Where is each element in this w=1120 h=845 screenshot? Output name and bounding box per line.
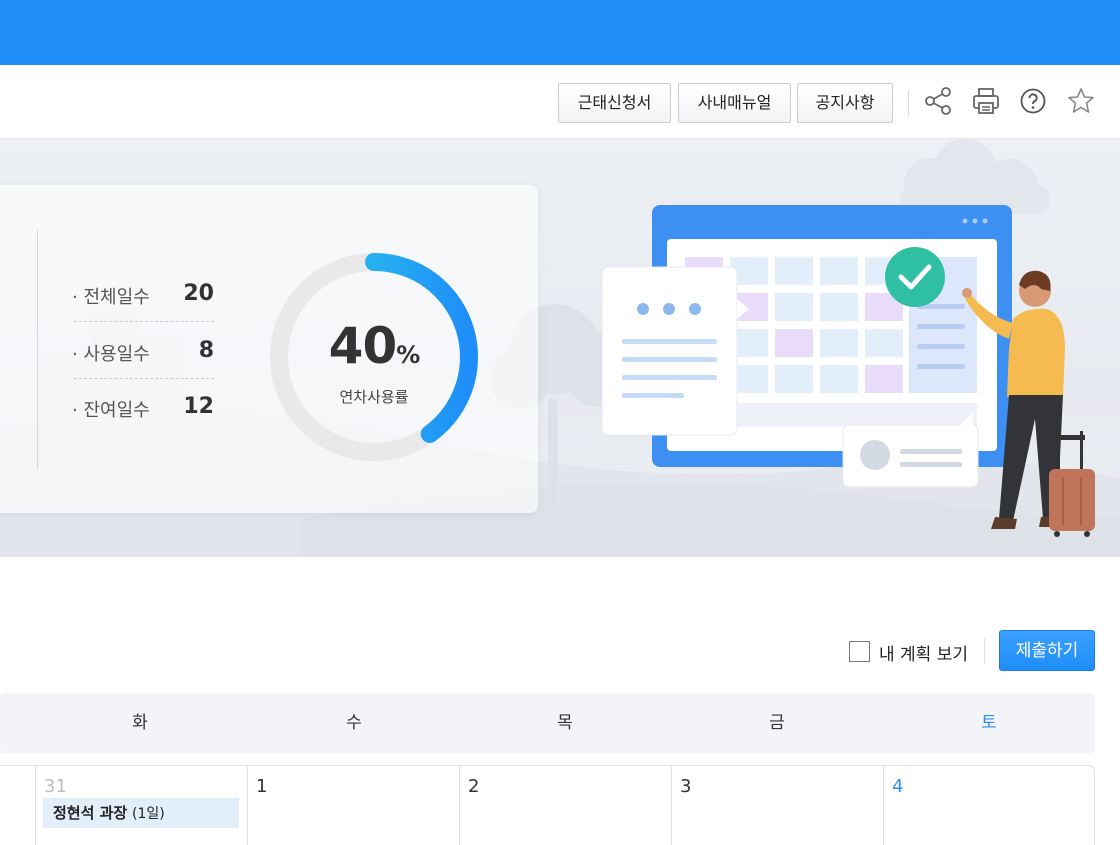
calendar-event[interactable]: 정현석 과장 (1일) bbox=[43, 798, 239, 828]
usage-percent-unit: % bbox=[396, 341, 420, 369]
day-number: 4 bbox=[892, 776, 904, 797]
help-icon[interactable] bbox=[1017, 85, 1049, 117]
event-person-name: 정현석 과장 bbox=[53, 804, 128, 822]
day-number: 31 bbox=[44, 776, 67, 797]
used-days-value: 8 bbox=[198, 338, 214, 363]
controls-divider bbox=[984, 638, 985, 664]
remaining-days-value: 12 bbox=[183, 394, 214, 419]
star-icon[interactable] bbox=[1065, 85, 1097, 117]
leave-summary-banner: · 전체일수 20 · 사용일수 8 · 잔여일수 12 40% 연차사용률 bbox=[0, 139, 1120, 557]
weekday-thu: 목 bbox=[557, 713, 573, 733]
remaining-days-label: · 잔여일수 bbox=[72, 400, 150, 421]
stat-divider bbox=[74, 321, 214, 322]
print-icon[interactable] bbox=[970, 85, 1002, 117]
used-days-label: · 사용일수 bbox=[72, 344, 150, 365]
card-divider bbox=[37, 230, 38, 470]
event-duration: (1일) bbox=[132, 806, 165, 822]
company-manual-button[interactable]: 사내매뉴얼 bbox=[678, 83, 791, 123]
weekday-wed: 수 bbox=[346, 713, 362, 733]
my-plan-checkbox[interactable] bbox=[849, 641, 870, 662]
usage-percent-number: 40 bbox=[328, 317, 398, 375]
notice-button[interactable]: 공지사항 bbox=[797, 83, 893, 123]
usage-rate-label: 연차사용률 bbox=[339, 388, 409, 406]
top-header-bar bbox=[0, 0, 1120, 65]
my-plan-checkbox-label[interactable]: 내 계획 보기 bbox=[879, 640, 968, 665]
total-days-value: 20 bbox=[183, 281, 214, 306]
toolbar: 근태신청서 사내매뉴얼 공지사항 bbox=[0, 65, 1120, 139]
stat-divider bbox=[74, 378, 214, 379]
attendance-request-button[interactable]: 근태신청서 bbox=[558, 83, 671, 123]
share-icon[interactable] bbox=[922, 85, 954, 117]
weekday-tue: 화 bbox=[132, 713, 148, 733]
calendar-planning-illustration bbox=[601, 205, 1095, 537]
weekday-sat: 토 bbox=[981, 713, 997, 733]
calendar-day-cell[interactable]: 3 bbox=[671, 766, 883, 845]
calendar-day-cell[interactable]: 4 bbox=[883, 766, 1094, 845]
calendar-day-cell[interactable]: 1 bbox=[247, 766, 459, 845]
toolbar-divider bbox=[908, 90, 909, 116]
usage-percent: 40% bbox=[270, 317, 478, 375]
submit-button[interactable]: 제출하기 bbox=[999, 630, 1095, 671]
day-number: 1 bbox=[256, 776, 268, 797]
total-days-label: · 전체일수 bbox=[72, 287, 150, 308]
calendar-weekday-header: 화 수 목 금 토 bbox=[0, 693, 1095, 753]
weekday-fri: 금 bbox=[769, 713, 785, 733]
day-number: 2 bbox=[468, 776, 480, 797]
day-number: 3 bbox=[680, 776, 692, 797]
calendar-day-cell[interactable]: 2 bbox=[459, 766, 671, 845]
